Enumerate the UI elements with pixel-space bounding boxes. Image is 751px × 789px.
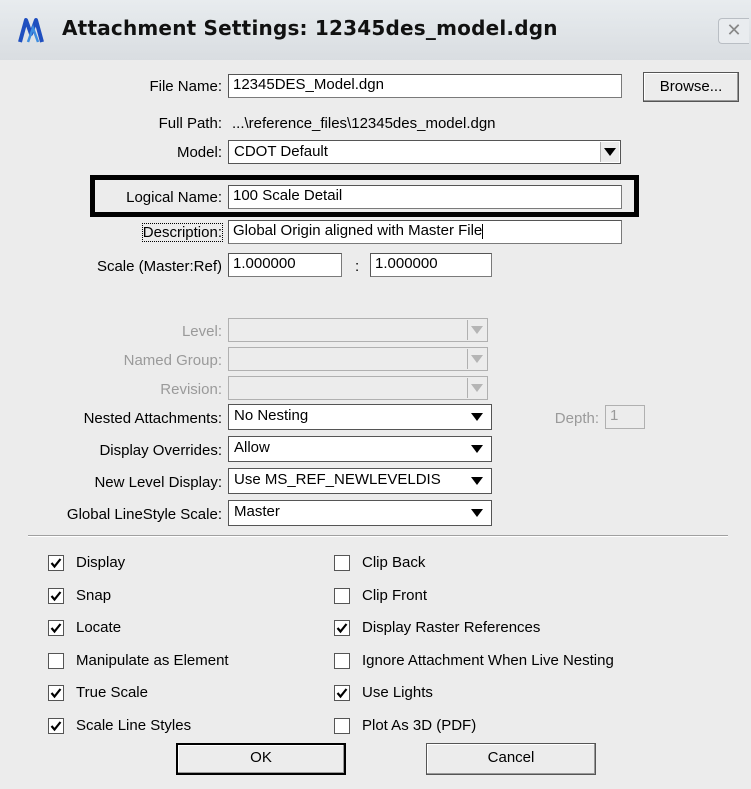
checkbox-label[interactable]: Display: [76, 554, 125, 571]
cancel-button[interactable]: Cancel: [426, 743, 596, 775]
checkbox-label[interactable]: Use Lights: [362, 684, 433, 701]
scale-master-field[interactable]: 1.000000: [228, 253, 342, 277]
display-overrides-dropdown[interactable]: Allow: [228, 436, 492, 462]
checkbox[interactable]: [334, 555, 350, 571]
chevron-down-icon: [467, 349, 486, 369]
linestyle-scale-dropdown[interactable]: Master: [228, 500, 492, 526]
checkmark-icon: [50, 623, 62, 634]
checkbox[interactable]: [334, 685, 350, 701]
logical-name-label: Logical Name:: [126, 189, 222, 206]
checkbox-label[interactable]: Clip Back: [362, 554, 425, 571]
level-dropdown[interactable]: [228, 318, 488, 342]
new-level-display-label: New Level Display:: [94, 474, 222, 491]
chevron-down-icon: [467, 378, 486, 398]
checkbox-label[interactable]: Clip Front: [362, 587, 427, 604]
chevron-down-icon: [467, 320, 486, 340]
revision-label: Revision:: [160, 381, 222, 398]
display-overrides-label: Display Overrides:: [99, 442, 222, 459]
checkbox-label[interactable]: Scale Line Styles: [76, 717, 191, 734]
checkbox-label[interactable]: Display Raster References: [362, 619, 540, 636]
checkbox[interactable]: [334, 652, 350, 669]
checkbox[interactable]: [48, 685, 64, 701]
chevron-down-icon: [471, 509, 483, 517]
checkbox-label[interactable]: Ignore Attachment When Live Nesting: [362, 652, 614, 669]
checkbox[interactable]: [334, 717, 350, 734]
revision-dropdown[interactable]: [228, 376, 488, 400]
full-path-label: Full Path:: [158, 115, 222, 132]
description-label: Description:: [141, 223, 224, 242]
description-label-wrap: Description:: [110, 223, 224, 242]
display-overrides-value: Allow: [234, 439, 270, 456]
checkbox[interactable]: [334, 620, 350, 636]
close-icon[interactable]: ✕: [718, 18, 749, 44]
checkbox-label[interactable]: Snap: [76, 587, 111, 604]
chevron-down-icon: [600, 142, 619, 162]
description-value: Global Origin aligned with Master File: [233, 222, 483, 239]
checkmark-icon: [50, 720, 62, 731]
checkbox[interactable]: [48, 620, 64, 636]
checkmark-icon: [336, 688, 348, 699]
checkmark-icon: [336, 623, 348, 634]
full-path-value: ...\reference_files\12345des_model.dgn: [232, 115, 496, 132]
model-label: Model:: [176, 144, 222, 161]
microstation-icon: [18, 18, 44, 43]
model-value: CDOT Default: [234, 143, 328, 160]
description-field[interactable]: Global Origin aligned with Master File: [228, 220, 622, 244]
level-label: Level:: [181, 323, 222, 340]
checkbox[interactable]: [48, 555, 64, 571]
depth-label: Depth:: [554, 410, 599, 427]
checkmark-icon: [50, 590, 62, 601]
file-name-label: File Name:: [149, 78, 222, 95]
checkbox-label[interactable]: Locate: [76, 619, 121, 636]
linestyle-scale-label: Global LineStyle Scale:: [66, 506, 222, 523]
browse-button[interactable]: Browse...: [643, 72, 739, 102]
checkbox-label[interactable]: Manipulate as Element: [76, 652, 229, 669]
nested-attachments-label: Nested Attachments:: [83, 410, 222, 427]
checkbox-label[interactable]: Plot As 3D (PDF): [362, 717, 476, 734]
section-divider: [28, 535, 728, 537]
scale-ref-field[interactable]: 1.000000: [370, 253, 492, 277]
new-level-display-dropdown[interactable]: Use MS_REF_NEWLEVELDIS: [228, 468, 492, 494]
logical-name-field[interactable]: 100 Scale Detail: [228, 185, 622, 209]
nested-attachments-dropdown[interactable]: No Nesting: [228, 404, 492, 430]
chevron-down-icon: [471, 477, 483, 485]
named-group-dropdown[interactable]: [228, 347, 488, 371]
depth-field[interactable]: 1: [605, 405, 645, 429]
checkbox[interactable]: [48, 652, 64, 669]
checkbox-label[interactable]: True Scale: [76, 684, 148, 701]
window-title: Attachment Settings: 12345des_model.dgn: [62, 16, 558, 40]
checkbox[interactable]: [48, 587, 64, 604]
checkmark-icon: [50, 558, 62, 569]
scale-label: Scale (Master:Ref): [96, 258, 222, 275]
linestyle-scale-value: Master: [234, 503, 280, 520]
checkbox[interactable]: [334, 587, 350, 604]
text-caret: [482, 223, 484, 239]
chevron-down-icon: [471, 413, 483, 421]
nested-attachments-value: No Nesting: [234, 407, 309, 424]
model-dropdown[interactable]: CDOT Default: [228, 140, 621, 164]
ok-button[interactable]: OK: [176, 743, 346, 775]
checkbox[interactable]: [48, 717, 64, 734]
chevron-down-icon: [471, 445, 483, 453]
new-level-display-value: Use MS_REF_NEWLEVELDIS: [234, 471, 441, 488]
file-name-field[interactable]: 12345DES_Model.dgn: [228, 74, 622, 98]
checkmark-icon: [50, 688, 62, 699]
title-bar: Attachment Settings: 12345des_model.dgn …: [0, 0, 751, 60]
scale-separator: :: [355, 258, 360, 275]
named-group-label: Named Group:: [123, 352, 222, 369]
